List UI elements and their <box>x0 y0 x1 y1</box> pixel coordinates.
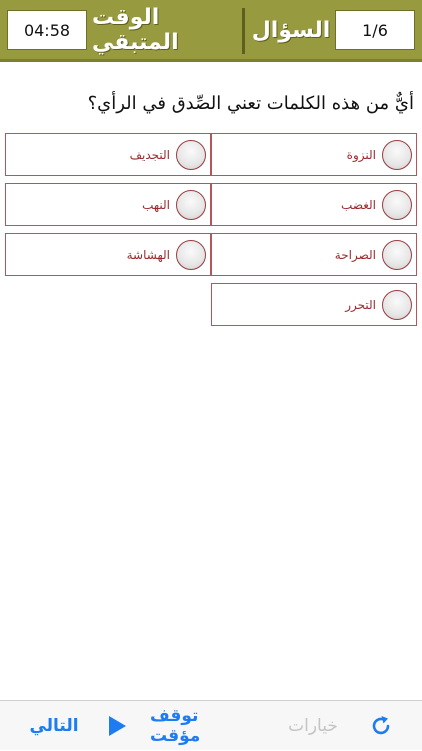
radio-button-icon[interactable] <box>176 139 206 170</box>
option-label: الهشاشة <box>126 247 170 262</box>
time-remaining-label: الوقت المتبقي <box>92 5 179 55</box>
next-button[interactable]: التالي <box>24 701 84 751</box>
option-3[interactable]: الغضب <box>211 183 417 226</box>
play-icon <box>109 716 126 736</box>
option-2[interactable]: التجديف <box>5 133 211 176</box>
radio-button-icon[interactable] <box>176 189 206 220</box>
radio-button-icon[interactable] <box>382 189 412 220</box>
question-counter: 1/6 <box>335 10 415 50</box>
option-label: النهب <box>142 197 170 212</box>
radio-button-icon[interactable] <box>382 139 412 170</box>
question-label: السؤال <box>251 17 331 43</box>
radio-button-icon[interactable] <box>176 239 206 270</box>
refresh-icon <box>372 716 390 735</box>
refresh-button[interactable] <box>366 701 396 751</box>
option-5[interactable]: الصراحة <box>211 233 417 276</box>
option-label: التحرر <box>345 297 376 312</box>
option-label: الغضب <box>341 197 376 212</box>
option-label: التجديف <box>129 147 170 162</box>
bottom-toolbar: التالي توقف مؤقت خيارات <box>0 700 422 750</box>
radio-button-icon[interactable] <box>382 289 412 320</box>
option-6[interactable]: الهشاشة <box>5 233 211 276</box>
option-label: النزوة <box>346 147 376 162</box>
timer-display: 04:58 <box>7 10 87 50</box>
header-bar: 04:58 الوقت المتبقي السؤال 1/6 <box>0 0 422 62</box>
question-text: أيٌّ من هذه الكلمات تعني الصِّدق في الرأ… <box>87 93 414 114</box>
radio-button-icon[interactable] <box>382 239 412 270</box>
option-1[interactable]: النزوة <box>211 133 417 176</box>
option-4[interactable]: النهب <box>5 183 211 226</box>
play-button[interactable] <box>103 701 131 751</box>
option-label: الصراحة <box>334 247 376 262</box>
option-7[interactable]: التحرر <box>211 283 417 326</box>
pause-timer-button[interactable]: توقف مؤقت <box>150 701 254 751</box>
header-divider <box>242 8 245 54</box>
options-button[interactable]: خيارات <box>280 701 346 751</box>
